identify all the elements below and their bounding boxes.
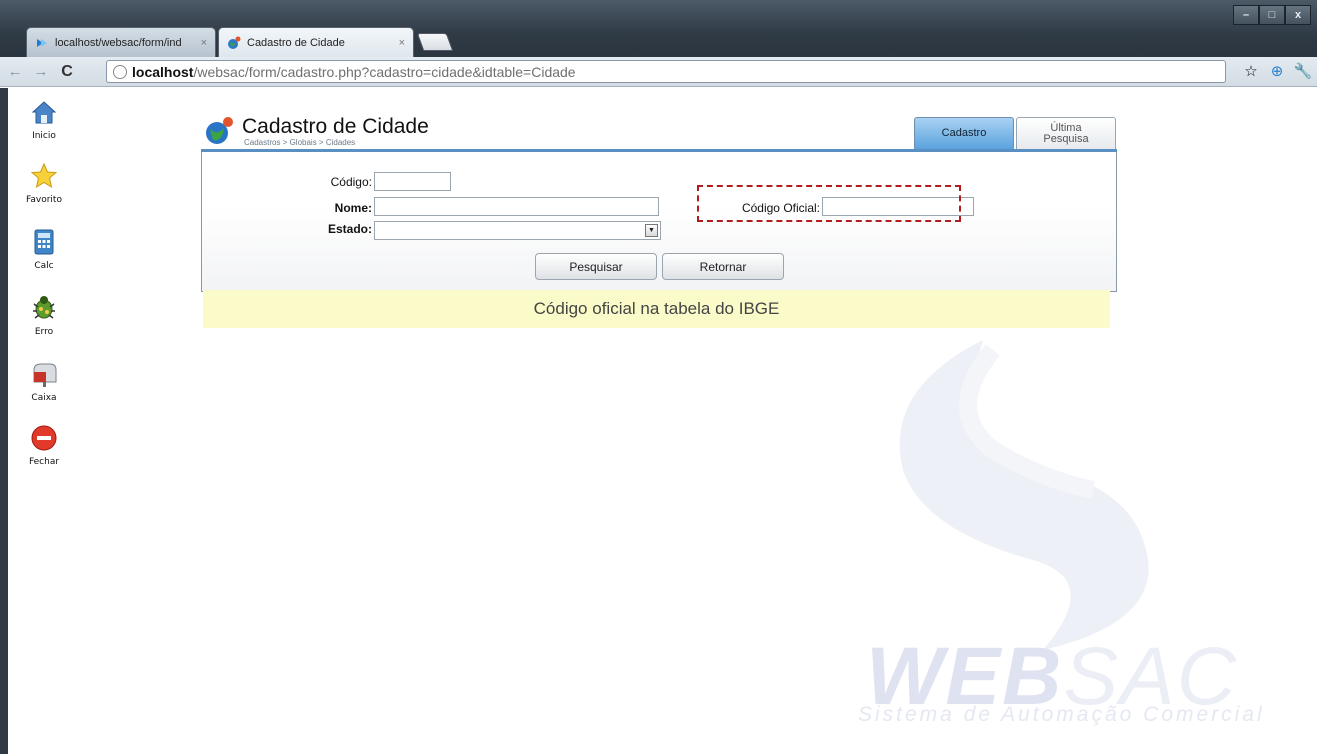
mailbox-icon [33,363,57,387]
close-icon[interactable]: × [201,37,207,49]
tab-ultima-line2: Pesquisa [1043,132,1089,145]
sidebar-item-calc[interactable]: Calc [8,228,80,271]
tab-ultima-pesquisa[interactable]: Última Pesquisa [1016,117,1116,150]
bookmark-star-icon[interactable]: ☆ [1241,61,1261,81]
wrench-icon[interactable]: 🔧 [1293,61,1313,81]
calculator-icon [34,229,54,255]
page-tabs: Cadastro Última Pesquisa [0,117,1317,150]
address-bar[interactable]: localhost /websac/form/cadastro.php?cada… [106,60,1226,83]
highlight-dashed-box [697,185,961,222]
tab-label: localhost/websac/form/ind [55,36,182,49]
reload-button[interactable]: C [56,61,78,83]
tab-ultima-line1: Última [1050,121,1082,134]
sidebar-item-favorito[interactable]: Favorito [8,162,80,205]
maximize-button[interactable]: □ [1259,5,1285,25]
retornar-button[interactable]: Retornar [662,253,784,280]
bug-icon [33,296,55,319]
sidebar: Inicio Favorito Calc Erro Caixa Fechar [8,88,80,754]
sidebar-item-label: Erro [34,327,54,337]
arrow-favicon-icon [37,38,47,47]
minimize-button[interactable]: – [1233,5,1259,25]
tab-label: Cadastro de Cidade [247,36,345,49]
url-host: localhost [132,63,194,80]
close-window-button[interactable]: x [1285,5,1311,25]
hint-bar: Código oficial na tabela do IBGE [203,290,1110,328]
chevron-down-icon[interactable]: ▼ [645,224,658,237]
browser-toolbar: ← → C localhost /websac/form/cadastro.ph… [0,57,1317,87]
window-controls: – □ x [1233,5,1311,25]
new-tab-button[interactable] [416,33,454,51]
toolbar-right: ☆ ⊕ 🔧 [1241,61,1313,81]
url-path: /websac/form/cadastro.php?cadastro=cidad… [193,63,576,80]
sidebar-item-label: Caixa [31,393,57,403]
sidebar-item-label: Calc [34,261,54,271]
page-icon [113,64,127,79]
sidebar-item-label: Favorito [26,195,62,205]
pesquisar-button[interactable]: Pesquisar [535,253,657,280]
estado-select[interactable]: ▼ [374,221,661,240]
estado-label: Estado: [327,222,372,236]
extension-icon[interactable]: ⊕ [1267,61,1287,81]
forward-button[interactable]: → [30,61,52,83]
codigo-input[interactable] [374,172,451,191]
globe-favicon-icon [228,36,241,49]
stop-icon [31,425,57,451]
star-icon [30,162,58,189]
browser-tab-websac[interactable]: localhost/websac/form/ind × [26,27,216,57]
sidebar-item-fechar[interactable]: Fechar [8,424,80,467]
tab-cadastro[interactable]: Cadastro [914,117,1014,150]
nome-input[interactable] [374,197,659,216]
sidebar-item-erro[interactable]: Erro [8,294,80,337]
sidebar-item-caixa[interactable]: Caixa [8,360,80,403]
sidebar-item-label: Fechar [28,457,60,467]
watermark-subtitle: Sistema de Automação Comercial [858,703,1265,726]
nome-label: Nome: [334,201,372,215]
back-button[interactable]: ← [4,61,26,83]
close-icon[interactable]: × [399,37,405,49]
browser-tab-cadastro-cidade[interactable]: Cadastro de Cidade × [218,27,414,57]
codigo-label: Código: [330,175,372,189]
